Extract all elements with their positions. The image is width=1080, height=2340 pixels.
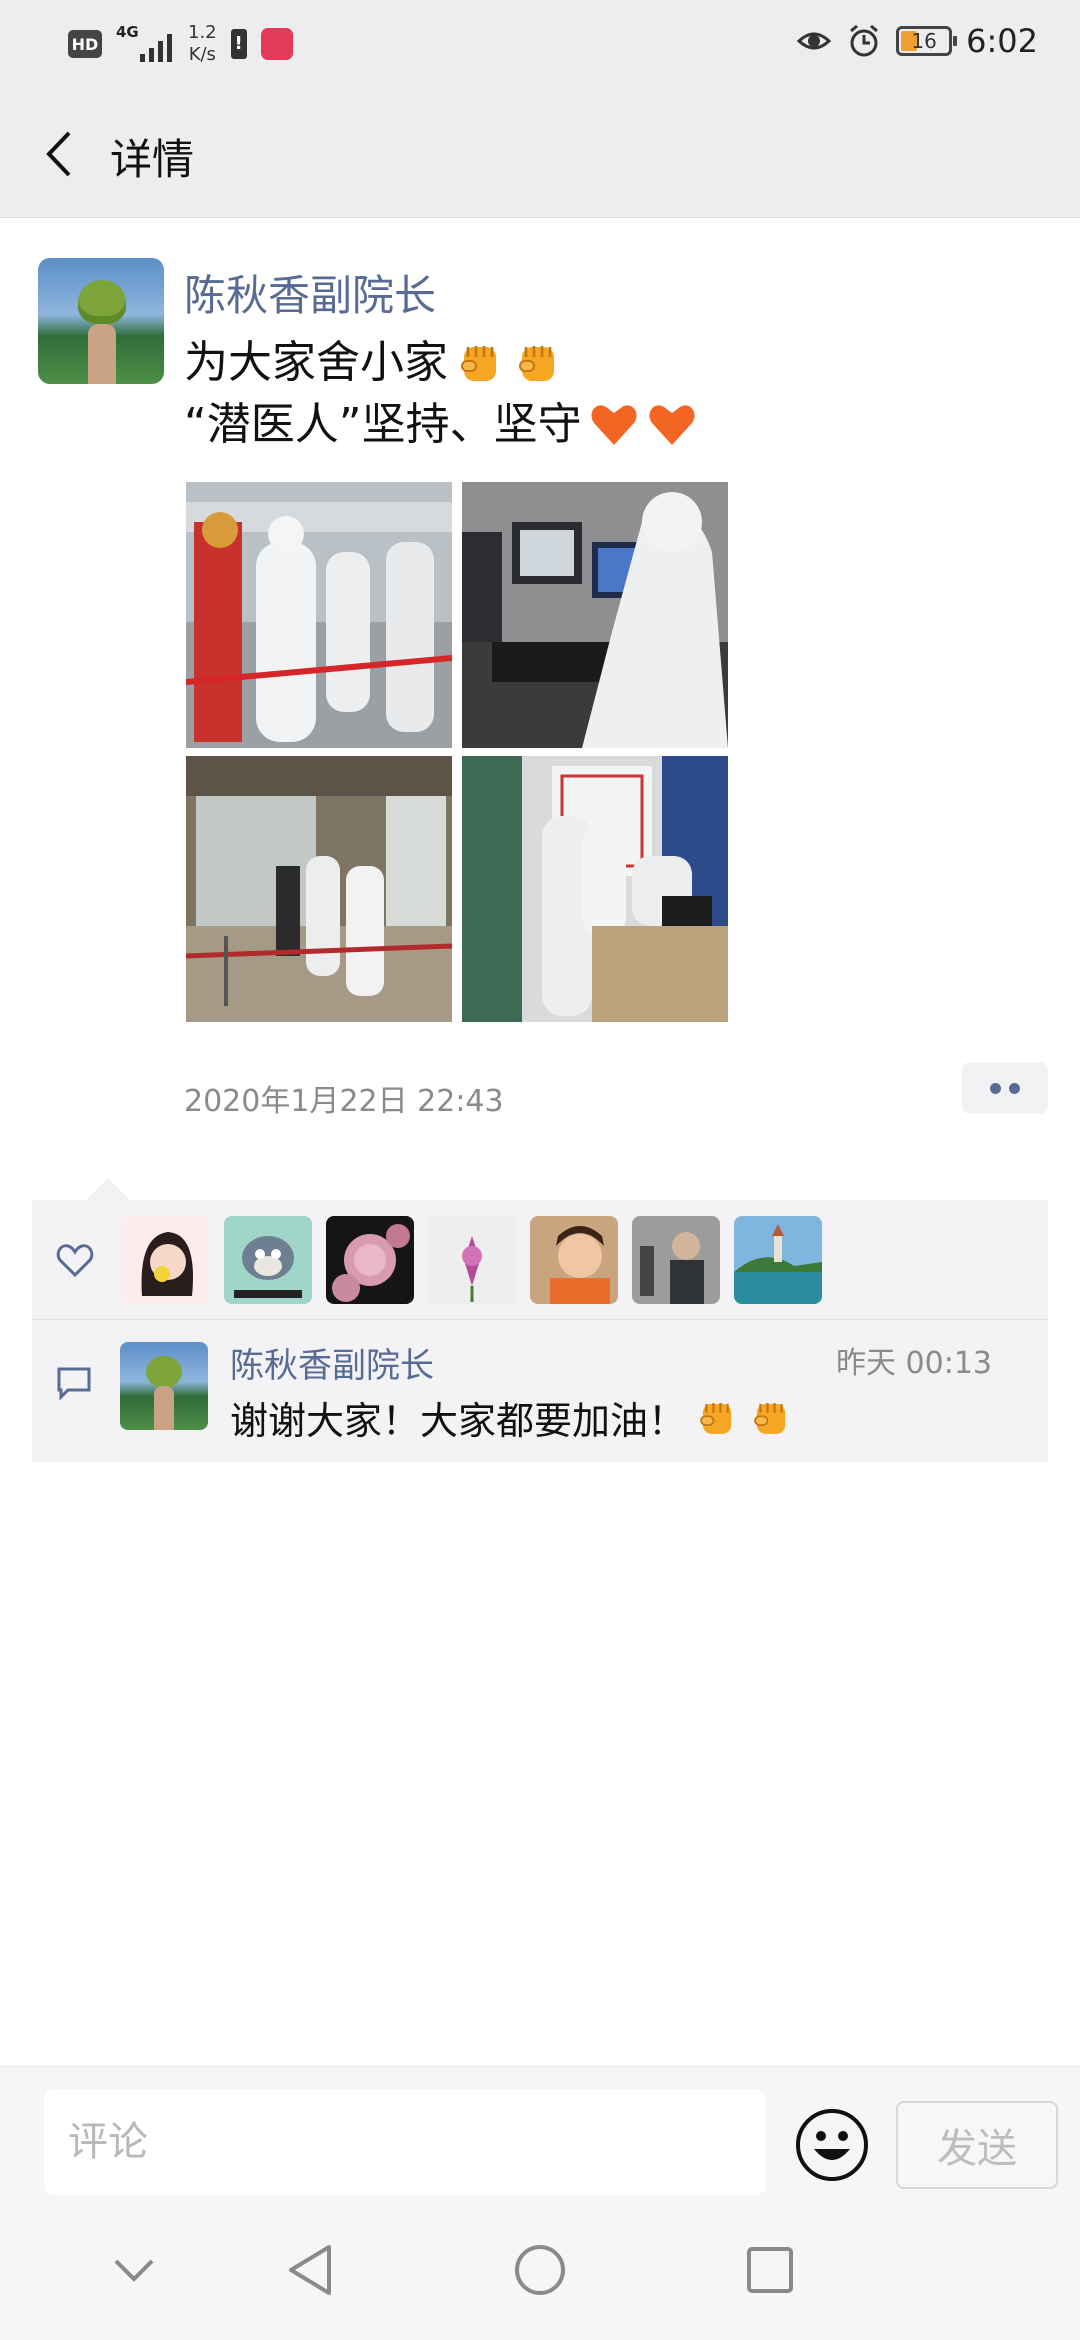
interaction-panel: 陈秋香副院长 昨天 00:13 谢谢大家！大家都要加油！ <box>32 1178 1048 1462</box>
eye-icon <box>796 32 832 50</box>
heart-icon <box>56 1244 94 1278</box>
back-button[interactable] <box>28 120 88 188</box>
title-bar: 详情 <box>0 90 1080 218</box>
home-circle-icon <box>515 2245 565 2295</box>
post-text-line2: “潜医人”坚持、坚守 <box>184 399 582 450</box>
dot-icon <box>1009 1082 1020 1094</box>
signal-icon: 4G <box>116 24 174 64</box>
like-avatar[interactable] <box>530 1216 618 1304</box>
clock-time: 6:02 <box>966 22 1038 60</box>
chevron-left-icon <box>46 131 71 177</box>
more-options-button[interactable] <box>962 1062 1048 1114</box>
like-avatar[interactable] <box>734 1216 822 1304</box>
alert-icon: ! <box>230 29 247 59</box>
comment-avatar[interactable] <box>120 1342 208 1430</box>
recents-square-icon <box>747 2247 793 2293</box>
comment-icon <box>57 1367 91 1400</box>
post-timestamp: 2020年1月22日 22:43 <box>184 1084 504 1119</box>
hd-icon: HD <box>68 30 102 58</box>
post-text: 为大家舍小家 “潜医人”坚持、坚守 <box>184 332 698 456</box>
raised-fist-icon <box>461 346 496 381</box>
battery-icon: 16 <box>896 26 958 56</box>
alarm-clock-icon <box>850 24 879 57</box>
nav-recents-button[interactable] <box>738 2238 802 2302</box>
likes-row <box>32 1200 1048 1320</box>
back-triangle-icon <box>289 2245 331 2295</box>
like-avatar[interactable] <box>122 1216 210 1304</box>
photo-temperature-check[interactable] <box>186 482 452 748</box>
author-name[interactable]: 陈秋香副院长 <box>184 262 436 323</box>
system-navigation-bar <box>0 2200 1080 2340</box>
raised-fist-icon <box>700 1402 732 1434</box>
network-speed: 1.2 K/s <box>188 22 217 65</box>
like-avatar[interactable] <box>428 1216 516 1304</box>
status-bar: HD 4G 1.2 K/s ! 16 6:02 <box>0 0 1080 90</box>
comment-body: 谢谢大家！大家都要加油！ <box>230 1399 687 1443</box>
page-title: 详情 <box>110 135 195 184</box>
comment-input-bar: 发送 <box>0 2066 1080 2200</box>
dot-icon <box>990 1082 1001 1094</box>
hide-keyboard-button[interactable] <box>102 2238 166 2302</box>
photo-hospital-entrance[interactable] <box>186 756 452 1022</box>
app-root: HD 4G 1.2 K/s ! 16 6:02 详情 陈秋香副院长 为大家舍小家… <box>0 0 1080 2340</box>
orange-heart-icon <box>591 405 637 445</box>
comment-input[interactable] <box>44 2089 766 2195</box>
photo-reception-desk[interactable] <box>462 756 728 1022</box>
raised-fist-icon <box>754 1402 786 1434</box>
raised-fist-icon <box>519 346 554 381</box>
comment-row[interactable]: 陈秋香副院长 昨天 00:13 谢谢大家！大家都要加油！ <box>32 1320 1048 1462</box>
like-avatar[interactable] <box>632 1216 720 1304</box>
orange-heart-icon <box>649 405 695 445</box>
like-avatar[interactable] <box>224 1216 312 1304</box>
comment-author[interactable]: 陈秋香副院长 <box>230 1338 434 1387</box>
send-button[interactable]: 发送 <box>896 2101 1058 2189</box>
huawei-app-icon <box>260 28 293 60</box>
post-text-line1: 为大家舍小家 <box>184 337 448 388</box>
photo-computer-workstation[interactable] <box>462 482 728 748</box>
nav-back-button[interactable] <box>278 2238 342 2302</box>
comment-time: 昨天 00:13 <box>836 1346 992 1381</box>
like-avatar[interactable] <box>326 1216 414 1304</box>
chevron-down-icon <box>114 2259 154 2282</box>
author-avatar[interactable] <box>38 258 164 384</box>
comment-text: 谢谢大家！大家都要加油！ <box>230 1390 794 1445</box>
nav-home-button[interactable] <box>508 2238 572 2302</box>
photo-grid <box>186 482 728 1022</box>
smiley-face-icon[interactable] <box>794 2107 870 2183</box>
